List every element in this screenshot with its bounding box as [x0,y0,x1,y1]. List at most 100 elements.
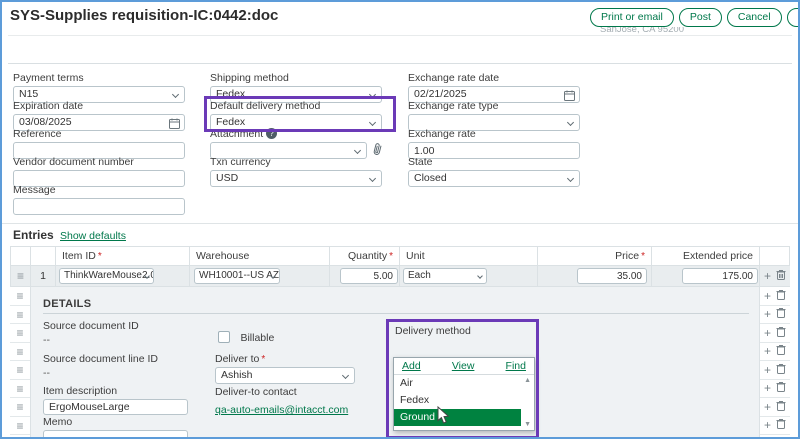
memo-input[interactable] [43,430,188,439]
delete-row-button[interactable] [776,361,786,379]
drag-handle-icon[interactable]: ≡ [10,417,30,435]
default-delivery-method-label: Default delivery method [210,100,382,112]
delete-row-button[interactable] [776,287,786,305]
add-row-button[interactable]: + [764,402,771,412]
help-icon[interactable]: ? [266,128,277,139]
more-actions-button[interactable]: More actions [787,8,800,27]
delete-row-button[interactable] [776,379,786,397]
option-air[interactable]: Air [394,375,521,392]
delete-row-button[interactable] [776,305,786,323]
item-id-select[interactable]: ThinkWareMouse2.0--I [59,268,154,284]
price-column-header: Price* [538,246,652,266]
payment-terms-field: Payment terms N15 [13,72,185,103]
source-document-id-value: -- [43,334,139,346]
show-defaults-link[interactable]: Show defaults [60,230,126,242]
delete-row-button[interactable] [776,267,786,285]
cancel-button[interactable]: Cancel [727,8,782,27]
exchange-rate-type-field: Exchange rate type [408,100,580,131]
source-document-line-id-label: Source document line ID [43,353,158,365]
txn-currency-field: Txn currency USD [210,156,382,187]
state-label: State [408,156,580,168]
empty-rows-grip-column: ≡ ≡ ≡ ≡ ≡ ≡ ≡ ≡ [10,287,31,439]
reference-field: Reference [13,128,185,159]
extended-price-column-header: Extended price [652,246,760,266]
txn-currency-label: Txn currency [210,156,382,168]
drag-handle-icon[interactable]: ≡ [10,398,30,416]
vendor-document-number-field: Vendor document number [13,156,185,187]
warehouse-select[interactable]: WH10001--US AZ War [194,268,280,284]
entries-title: Entries [13,228,54,242]
add-row-button[interactable]: + [764,328,771,338]
warehouse-column-header: Warehouse [190,246,330,266]
add-row-button[interactable]: + [764,346,771,356]
chevron-down-icon [567,175,574,182]
add-row-button[interactable]: + [764,383,771,393]
quantity-cell [330,266,400,287]
chevron-down-icon [342,372,349,379]
drag-handle-icon[interactable]: ≡ [11,266,30,287]
drag-handle-icon[interactable]: ≡ [10,380,30,398]
delete-row-button[interactable] [776,398,786,416]
dropdown-links-row: Add View Find [394,358,534,375]
chevron-down-icon [567,119,574,126]
table-row-number: 1 [31,266,56,287]
quantity-input[interactable] [340,268,398,284]
add-row-button[interactable]: + [764,291,771,301]
post-button[interactable]: Post [679,8,722,27]
scroll-down-icon[interactable]: ▼ [524,421,531,428]
billable-checkbox[interactable] [218,331,230,343]
add-row-button[interactable]: + [764,420,771,430]
shipping-method-field: Shipping method Fedex [210,72,382,103]
delivery-method-label: Delivery method [395,325,471,337]
quantity-column-header: Quantity* [330,246,400,266]
unit-select[interactable]: Each [403,268,487,284]
drag-handle-icon[interactable]: ≡ [10,324,30,342]
deliver-to-select[interactable]: Ashish [215,367,355,384]
print-or-email-button[interactable]: Print or email [590,8,674,27]
page-title: SYS-Supplies requisition-IC:0442:doc [10,7,278,24]
item-description-input[interactable] [43,399,188,415]
expiration-date-field: Expiration date 03/08/2025 [13,100,185,131]
chevron-down-icon [369,119,376,126]
option-ground[interactable]: Ground [394,409,521,426]
add-row-button[interactable]: + [764,309,771,319]
add-link[interactable]: Add [402,360,421,372]
delete-row-button[interactable] [776,324,786,342]
add-row-button[interactable]: + [764,365,771,375]
state-field: State Closed [408,156,580,187]
message-input[interactable] [13,198,185,215]
drag-handle-icon[interactable]: ≡ [10,287,30,305]
source-document-id-field: Source document ID -- [43,320,139,346]
add-row-button[interactable]: + [764,271,771,281]
row-actions-cell: + [760,266,790,287]
delete-row-button[interactable] [776,416,786,434]
rownum-column-header [31,246,56,266]
scroll-up-icon[interactable]: ▲ [524,377,531,384]
find-link[interactable]: Find [506,360,526,372]
item-description-field: Item description [43,385,188,415]
drag-handle-icon[interactable]: ≡ [10,361,30,379]
deliver-to-contact-link[interactable]: qa-auto-emails@intacct.com [215,404,348,416]
deliver-to-contact-label: Deliver-to contact [215,386,348,398]
delete-row-button[interactable] [776,342,786,360]
deliver-to-contact-field: Deliver-to contact qa-auto-emails@intacc… [215,386,348,418]
drag-handle-icon[interactable]: ≡ [10,343,30,361]
drag-handle-icon[interactable]: ≡ [10,306,30,324]
price-input[interactable] [577,268,647,284]
table-row-grip-cell: ≡ [10,266,31,287]
deliver-to-field: Deliver to* Ashish [215,353,355,384]
txn-currency-select[interactable]: USD [210,170,382,187]
source-document-line-id-field: Source document line ID -- [43,353,158,379]
view-link[interactable]: View [452,360,475,372]
state-select[interactable]: Closed [408,170,580,187]
option-fedex[interactable]: Fedex [394,392,521,409]
details-divider [43,313,749,314]
exchange-rate-date-field: Exchange rate date 02/21/2025 [408,72,580,103]
chevron-down-icon [369,91,376,98]
shipping-method-label: Shipping method [210,72,382,84]
extended-price-input[interactable] [682,268,758,284]
default-delivery-method-field: Default delivery method Fedex [210,100,382,131]
item-id-cell: ThinkWareMouse2.0--I [56,266,190,287]
extended-price-cell [652,266,760,287]
source-document-id-label: Source document ID [43,320,139,332]
